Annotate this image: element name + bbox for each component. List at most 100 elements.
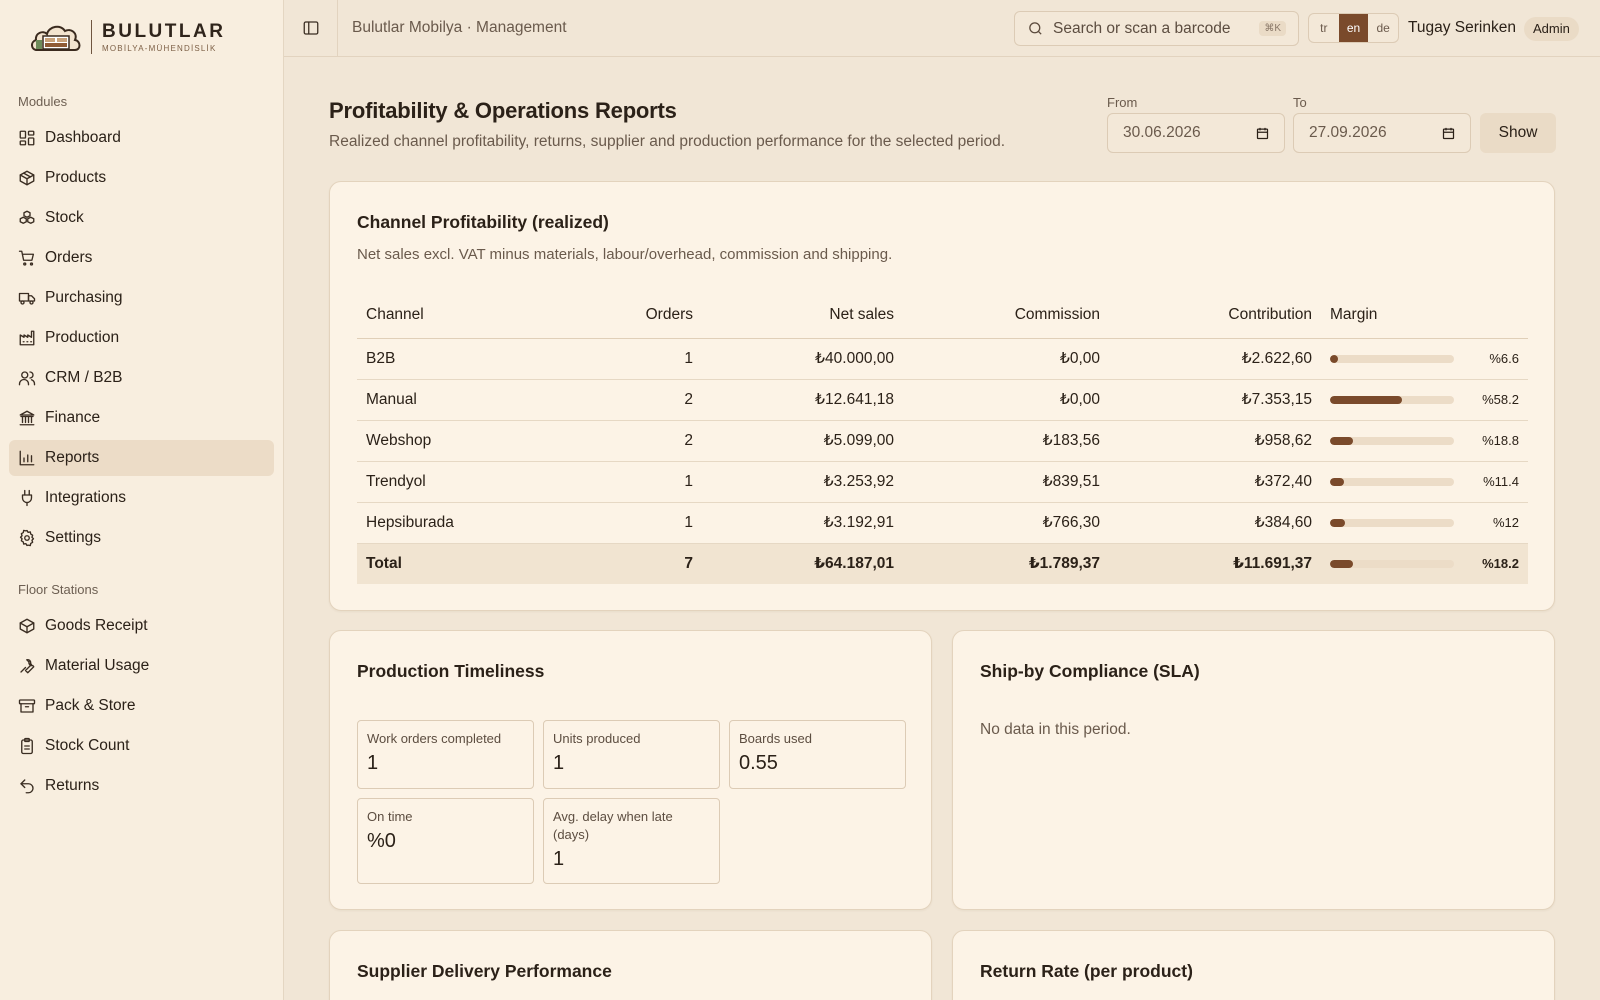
stat-value: %0 [367,830,396,852]
column-header-channel[interactable]: Channel [357,292,567,339]
sidebar-item-purchasing[interactable]: Purchasing [9,280,274,316]
sidebar-item-orders[interactable]: Orders [9,240,274,276]
margin-bar-wrap: %6.6 [1330,351,1528,366]
stat-value: 1 [553,848,565,870]
sidebar-item-settings[interactable]: Settings [9,520,274,556]
sidebar-item-reports[interactable]: Reports [9,440,274,476]
language-switcher: tr en de [1308,13,1399,43]
margin-bar-fill [1330,436,1354,445]
language-de-button[interactable]: de [1368,14,1398,42]
sla-compliance-card: Ship-by Compliance (SLA) No data in this… [952,630,1555,910]
user-name[interactable]: Tugay Serinken [1408,19,1516,37]
table-row: Hepsiburada 1 ₺3.192,91 ₺766,30 ₺384,60 %12 [357,502,1528,544]
cell-commission: ₺0,00 [894,379,1100,421]
sidebar-item-label: Returns [45,777,100,794]
bar-chart-icon [18,449,36,467]
sidebar-item-material-usage[interactable]: Material Usage [9,648,274,684]
table-header-row: Channel Orders Net sales Commission Cont… [357,292,1528,339]
truck-icon [18,289,36,307]
language-en-button[interactable]: en [1338,14,1369,42]
sidebar-toggle-button[interactable] [284,0,338,57]
margin-bar-wrap: %11.4 [1330,474,1528,489]
sidebar-item-label: Material Usage [45,657,150,674]
margin-bar-wrap: %18.8 [1330,433,1528,448]
cell-net-sales: ₺12.641,18 [693,379,894,421]
sidebar-item-integrations[interactable]: Integrations [9,480,274,516]
sidebar-item-label: Settings [45,529,102,546]
topbar: Bulutlar Mobilya · Management ⌘K tr en d… [284,0,1600,57]
brand-name: BULUTLAR [102,20,226,42]
sidebar-item-label: Purchasing [45,289,123,306]
from-date-input[interactable]: 30.06.2026 [1107,113,1285,153]
margin-percent: %6.6 [1489,351,1519,366]
sidebar-item-label: Production [45,329,120,346]
sidebar-item-pack-store[interactable]: Pack & Store [9,688,274,724]
column-header-orders[interactable]: Orders [567,292,693,339]
margin-bar-fill [1330,559,1353,568]
sidebar-item-label: Finance [45,409,101,426]
sidebar-item-dashboard[interactable]: Dashboard [9,120,274,156]
show-button[interactable]: Show [1480,113,1556,153]
margin-bar-fill [1330,354,1339,363]
column-header-commission[interactable]: Commission [894,292,1100,339]
brand[interactable]: BULUTLAR MOBİLYA-MÜHENDİSLİK [0,0,283,74]
stat-value: 0.55 [739,752,778,774]
column-header-net-sales[interactable]: Net sales [693,292,894,339]
sidebar-item-label: Integrations [45,489,126,506]
sidebar-toggle-icon [303,21,318,35]
from-date-value: 30.06.2026 [1123,124,1201,141]
factory-icon [18,329,36,347]
margin-bar-fill [1330,477,1345,486]
sidebar-item-production[interactable]: Production [9,320,274,356]
sidebar-item-crm[interactable]: CRM / B2B [9,360,274,396]
card-title: Supplier Delivery Performance [357,961,612,981]
cell-net-sales: ₺40.000,00 [693,338,894,380]
sidebar-item-label: Dashboard [45,129,121,146]
production-timeliness-card: Production Timeliness Work orders comple… [329,630,932,910]
dashboard-icon [18,129,36,147]
language-tr-button[interactable]: tr [1309,14,1339,42]
cell-contribution: ₺11.691,37 [1100,543,1312,584]
sidebar-item-returns[interactable]: Returns [9,768,274,804]
cell-orders: 2 [567,420,693,462]
margin-percent: %11.4 [1483,474,1519,489]
sidebar-item-products[interactable]: Products [9,160,274,196]
cell-orders: 7 [567,543,693,584]
modules-section-title: Modules [18,94,68,109]
sidebar-item-finance[interactable]: Finance [9,400,274,436]
sidebar-item-label: Stock Count [45,737,130,754]
calendar-icon[interactable] [1441,126,1456,141]
sidebar-item-stock-count[interactable]: Stock Count [9,728,274,764]
stat-value: 1 [553,752,565,774]
from-date-label: From [1107,95,1138,110]
archive-icon [18,697,36,715]
cell-contribution: ₺7.353,15 [1100,379,1312,421]
to-date-input[interactable]: 27.09.2026 [1293,113,1471,153]
margin-bar-track [1330,477,1454,486]
sidebar-item-stock[interactable]: Stock [9,200,274,236]
card-title: Channel Profitability (realized) [357,212,609,232]
sidebar-item-label: Stock [45,209,84,226]
column-header-margin[interactable]: Margin [1312,292,1528,339]
column-header-contribution[interactable]: Contribution [1100,292,1312,339]
brand-tagline: MOBİLYA-MÜHENDİSLİK [102,43,217,53]
calendar-icon[interactable] [1255,126,1270,141]
cell-commission: ₺839,51 [894,461,1100,503]
boxes-icon [18,209,36,227]
sidebar-item-label: Pack & Store [45,697,136,714]
margin-percent: %58.2 [1482,392,1519,407]
search-input[interactable] [1053,19,1253,38]
margin-bar-track [1330,395,1454,404]
topbar-title: Bulutlar Mobilya · Management [352,19,567,36]
cell-net-sales: ₺5.099,00 [693,420,894,462]
card-description: Net sales excl. VAT minus materials, lab… [357,246,893,263]
margin-bar-track [1330,559,1454,568]
margin-bar-fill [1330,395,1403,404]
sidebar-item-goods-receipt[interactable]: Goods Receipt [9,608,274,644]
search-box[interactable]: ⌘K [1014,11,1299,46]
table-row: Manual 2 ₺12.641,18 ₺0,00 ₺7.353,15 %58.2 [357,379,1528,421]
cell-margin: %58.2 [1312,379,1528,421]
margin-bar-wrap: %12 [1330,515,1528,530]
return-rate-card: Return Rate (per product) [952,930,1555,1000]
cell-contribution: ₺2.622,60 [1100,338,1312,380]
